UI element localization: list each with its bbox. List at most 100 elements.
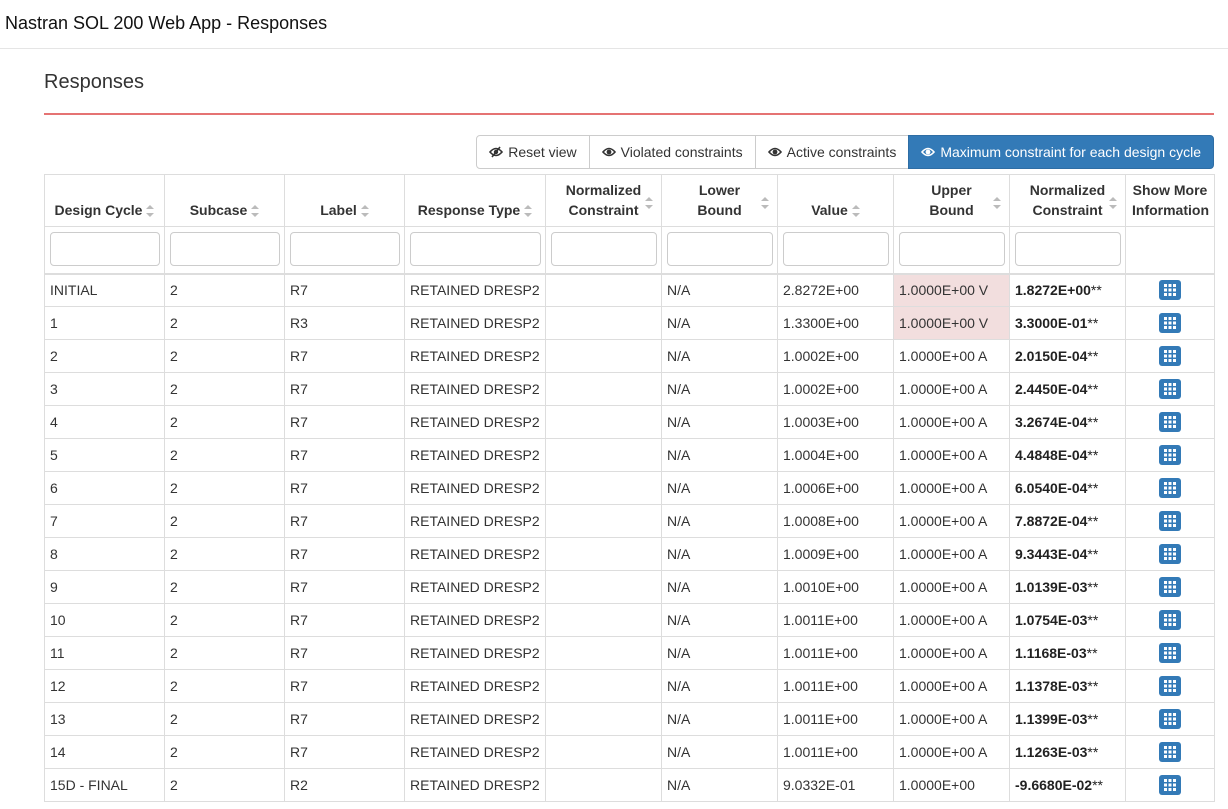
- sort-icon: [761, 197, 769, 209]
- max-constraint-label: Maximum constraint for each design cycle: [940, 144, 1201, 160]
- lower-bound-cell: N/A: [661, 636, 778, 670]
- eye-slash-icon: [489, 146, 504, 158]
- label-cell: R3: [284, 306, 405, 340]
- design-cycle-cell: 13: [44, 702, 165, 736]
- design-cycle-cell: 5: [44, 438, 165, 472]
- filter-normalized-constraint-input[interactable]: [551, 232, 657, 266]
- show-more-info-button[interactable]: [1159, 511, 1181, 531]
- column-header-upper-bound[interactable]: Upper Bound: [893, 174, 1010, 227]
- show-more-info-button[interactable]: [1159, 379, 1181, 399]
- label-cell: R7: [284, 471, 405, 505]
- normalized-constraint-cell: [545, 273, 662, 307]
- grid-icon: [1164, 383, 1176, 395]
- filter-upper-bound-input[interactable]: [899, 232, 1005, 266]
- table-row: 9 2 R7 RETAINED DRESP2 N/A 1.0010E+00 1.0000E+…: [44, 570, 1215, 604]
- column-header-label[interactable]: Label: [284, 174, 405, 227]
- label-cell: R7: [284, 405, 405, 439]
- table-row: 11 2 R7 RETAINED DRESP2 N/A 1.0011E+00 1.0000E…: [44, 636, 1215, 670]
- column-header-value[interactable]: Value: [777, 174, 894, 227]
- value-cell: 1.0010E+00: [777, 570, 894, 604]
- show-more-info-button[interactable]: [1159, 643, 1181, 663]
- show-more-cell: [1125, 636, 1215, 670]
- column-header-normalized-constraint[interactable]: Normalized Constraint: [545, 174, 662, 227]
- filter-subcase-input[interactable]: [170, 232, 280, 266]
- show-more-info-button[interactable]: [1159, 346, 1181, 366]
- normalized-constraint-2-cell: 2.4450E-04**: [1009, 372, 1126, 406]
- column-header-response-type[interactable]: Response Type: [404, 174, 546, 227]
- response-type-cell: RETAINED DRESP2: [404, 438, 546, 472]
- sort-icon: [645, 197, 653, 209]
- show-more-info-button[interactable]: [1159, 478, 1181, 498]
- normalized-constraint-cell: [545, 339, 662, 373]
- show-more-info-button[interactable]: [1159, 577, 1181, 597]
- label-cell: R7: [284, 504, 405, 538]
- normalized-constraint-cell: [545, 372, 662, 406]
- show-more-cell: [1125, 669, 1215, 703]
- sort-icon: [524, 205, 533, 218]
- lower-bound-cell: N/A: [661, 273, 778, 307]
- filter-design-cycle-input[interactable]: [50, 232, 160, 266]
- grid-icon: [1164, 515, 1176, 527]
- table-row: 4 2 R7 RETAINED DRESP2 N/A 1.0003E+00 1.0000E+…: [44, 405, 1215, 439]
- show-more-info-button[interactable]: [1159, 313, 1181, 333]
- show-more-cell: [1125, 339, 1215, 373]
- app-title: Nastran SOL 200 Web App - Responses: [5, 13, 328, 33]
- show-more-info-button[interactable]: [1159, 280, 1181, 301]
- show-more-info-button[interactable]: [1159, 709, 1181, 729]
- column-header-lower-bound[interactable]: Lower Bound: [661, 174, 778, 227]
- filter-label-input[interactable]: [290, 232, 400, 266]
- constraint-marker: **: [1087, 414, 1099, 430]
- design-cycle-cell: INITIAL: [44, 273, 165, 307]
- normalized-constraint-value: 9.3443E-04: [1015, 546, 1088, 562]
- normalized-constraint-cell: [545, 438, 662, 472]
- normalized-constraint-value: 1.1378E-03: [1015, 678, 1088, 694]
- show-more-info-button[interactable]: [1159, 445, 1181, 465]
- normalized-constraint-cell: [545, 306, 662, 340]
- upper-bound-cell: 1.0000E+00: [893, 768, 1010, 802]
- normalized-constraint-value: 1.1399E-03: [1015, 711, 1088, 727]
- sort-icon: [1109, 197, 1117, 209]
- sort-icon: [851, 205, 860, 218]
- normalized-constraint-value: 3.3000E-01: [1015, 315, 1088, 331]
- sort-icon: [146, 205, 155, 218]
- filter-normalized-constraint-2-input[interactable]: [1015, 232, 1121, 266]
- column-header-subcase[interactable]: Subcase: [164, 174, 285, 227]
- show-more-info-button[interactable]: [1159, 742, 1181, 762]
- max-constraint-button[interactable]: Maximum constraint for each design cycle: [908, 135, 1214, 169]
- show-more-info-button[interactable]: [1159, 412, 1181, 432]
- subcase-cell: 2: [164, 273, 285, 307]
- show-more-info-button[interactable]: [1159, 544, 1181, 564]
- show-more-info-button[interactable]: [1159, 610, 1181, 630]
- upper-bound-cell: 1.0000E+00 A: [893, 636, 1010, 670]
- filter-lower-bound-input[interactable]: [667, 232, 773, 266]
- design-cycle-cell: 7: [44, 504, 165, 538]
- response-type-cell: RETAINED DRESP2: [404, 306, 546, 340]
- subcase-cell: 2: [164, 735, 285, 769]
- normalized-constraint-cell: [545, 636, 662, 670]
- constraint-marker: **: [1087, 678, 1099, 694]
- filter-value-input[interactable]: [783, 232, 889, 266]
- show-more-info-button[interactable]: [1159, 775, 1181, 795]
- reset-view-button[interactable]: Reset view: [476, 135, 590, 169]
- column-header-design-cycle[interactable]: Design Cycle: [44, 174, 165, 227]
- show-more-cell: [1125, 438, 1215, 472]
- response-type-cell: RETAINED DRESP2: [404, 504, 546, 538]
- show-more-cell: [1125, 471, 1215, 505]
- filter-response-type-input[interactable]: [410, 232, 541, 266]
- violated-constraints-button[interactable]: Violated constraints: [588, 135, 756, 169]
- design-cycle-cell: 4: [44, 405, 165, 439]
- violated-constraints-label: Violated constraints: [620, 144, 743, 160]
- value-cell: 1.0004E+00: [777, 438, 894, 472]
- filter-row: [44, 226, 1215, 275]
- normalized-constraint-value: 4.4848E-04: [1015, 447, 1088, 463]
- design-cycle-cell: 10: [44, 603, 165, 637]
- normalized-constraint-2-cell: 7.8872E-04**: [1009, 504, 1126, 538]
- active-constraints-button[interactable]: Active constraints: [754, 135, 910, 169]
- column-header-normalized-constraint-2[interactable]: Normalized Constraint: [1009, 174, 1126, 227]
- table-row: 8 2 R7 RETAINED DRESP2 N/A 1.0009E+00 1.0000E+…: [44, 537, 1215, 571]
- subcase-cell: 2: [164, 768, 285, 802]
- value-cell: 1.0011E+00: [777, 669, 894, 703]
- show-more-info-button[interactable]: [1159, 676, 1181, 696]
- normalized-constraint-cell: [545, 603, 662, 637]
- page-title: Responses: [44, 71, 145, 93]
